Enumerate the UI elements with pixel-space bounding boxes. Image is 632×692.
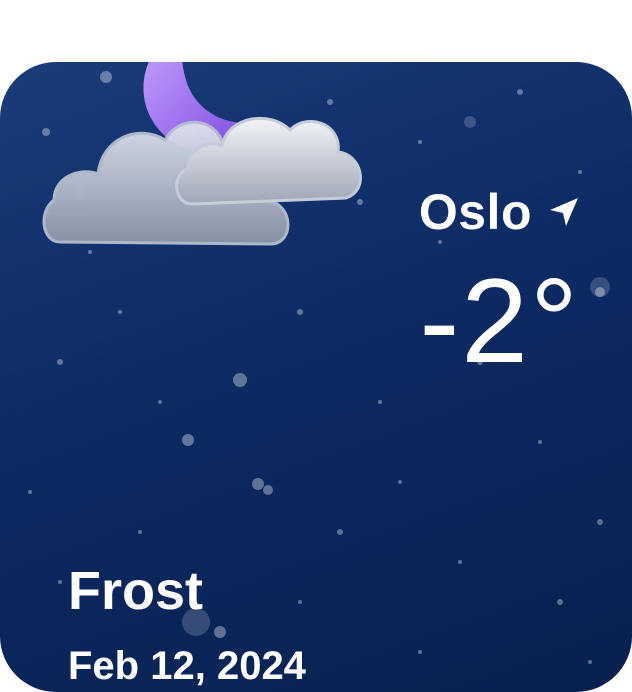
date-label: Feb 12, 2024: [68, 644, 306, 688]
location-row: Oslo: [419, 182, 582, 242]
weather-condition: Frost: [68, 561, 203, 621]
partly-cloudy-night-icon: [42, 62, 362, 246]
location-arrow-icon: [550, 198, 578, 226]
temperature: -2°: [419, 254, 580, 388]
weather-widget[interactable]: Oslo -2° Frost Feb 12, 2024: [0, 62, 632, 692]
city-name: Oslo: [418, 184, 532, 240]
